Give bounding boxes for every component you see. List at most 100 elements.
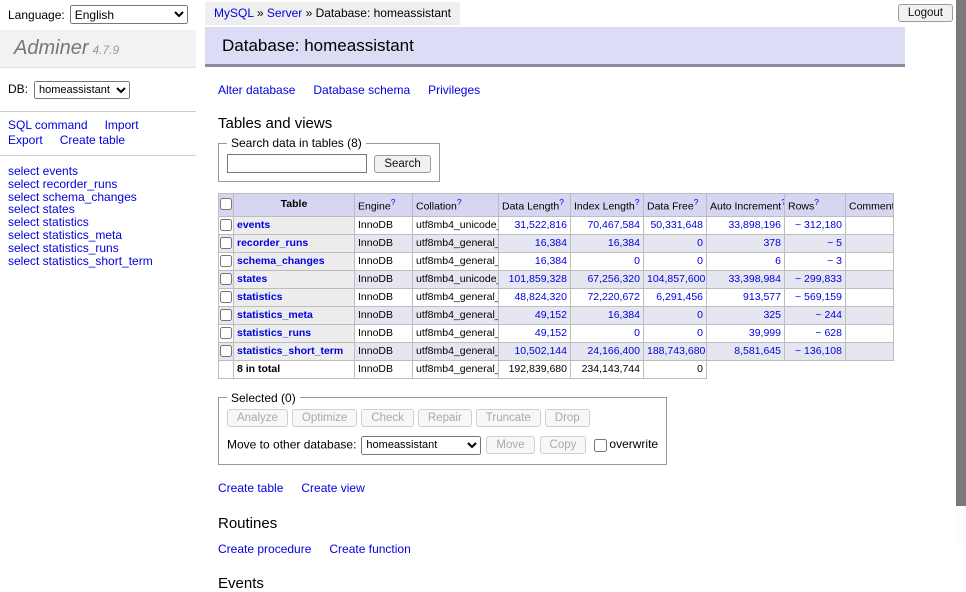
vertical-scrollbar[interactable] [956,0,966,543]
row-checkbox[interactable] [220,291,232,303]
cell-rows-link[interactable]: ~ 299,833 [795,273,842,285]
cell-data-free-link[interactable]: 0 [697,309,703,321]
move-database-select[interactable]: homeassistant [361,436,481,455]
cell-data-free-link[interactable]: 188,743,680 [647,345,705,357]
logout-button[interactable]: Logout [898,4,953,22]
overwrite-checkbox[interactable] [594,439,607,452]
cell-data-free-link[interactable]: 0 [697,327,703,339]
row-checkbox[interactable] [220,237,232,249]
cell-data-free-link[interactable]: 6,291,456 [656,291,703,303]
cell-data-free-link[interactable]: 104,857,600 [647,273,705,285]
cell-data-length-link[interactable]: 16,384 [535,237,567,249]
create-function-link[interactable]: Create function [329,542,410,556]
create-procedure-link[interactable]: Create procedure [218,542,311,556]
cell-data-length-link[interactable]: 49,152 [535,309,567,321]
row-checkbox[interactable] [220,219,232,231]
cell-index-length: 16,384 [571,306,644,324]
cell-auto-increment-link[interactable]: 39,999 [749,327,781,339]
cell-index-length-link[interactable]: 16,384 [608,309,640,321]
sidebar-select-events[interactable]: select events [8,165,188,178]
cell-rows-link[interactable]: ~ 136,108 [795,345,842,357]
column-label: Collation [416,201,457,213]
row-checkbox[interactable] [220,255,232,267]
table-name-link[interactable]: statistics [237,291,283,303]
table-name-link[interactable]: states [237,273,267,285]
db-select[interactable]: homeassistant [34,81,130,99]
cell-index-length-link[interactable]: 72,220,672 [587,291,640,303]
cell-auto-increment-link[interactable]: 325 [763,309,781,321]
breadcrumb-item[interactable]: MySQL [214,6,254,20]
cell-data-length-link[interactable]: 16,384 [535,255,567,267]
sidebar-link-export[interactable]: Export [8,133,43,147]
cell-auto-increment-link[interactable]: 913,577 [743,291,781,303]
db-link-database-schema[interactable]: Database schema [313,83,410,97]
scrollbar-thumb[interactable] [956,0,966,506]
breadcrumb-item[interactable]: Server [267,6,302,20]
sidebar-select-statistics_runs[interactable]: select statistics_runs [8,242,188,255]
cell-index-length-link[interactable]: 24,166,400 [587,345,640,357]
cell-index-length-link[interactable]: 0 [634,327,640,339]
db-link-privileges[interactable]: Privileges [428,83,480,97]
table-name-link[interactable]: events [237,219,270,231]
truncate-button[interactable]: Truncate [476,409,541,427]
optimize-button[interactable]: Optimize [292,409,357,427]
cell-auto-increment-link[interactable]: 33,898,196 [728,219,781,231]
search-button[interactable]: Search [374,155,430,173]
row-checkbox[interactable] [220,273,232,285]
sidebar-link-sql-command[interactable]: SQL command [8,118,88,132]
create-view-link[interactable]: Create view [301,481,364,495]
cell-rows-link[interactable]: ~ 5 [827,237,842,249]
column-help-link[interactable]: ? [559,197,564,207]
row-checkbox[interactable] [220,345,232,357]
cell-index-length-link[interactable]: 0 [634,255,640,267]
cell-data-length-link[interactable]: 31,522,816 [514,219,567,231]
row-checkbox[interactable] [220,327,232,339]
sidebar-link-create-table[interactable]: Create table [60,133,125,147]
row-checkbox[interactable] [220,309,232,321]
cell-data-length-link[interactable]: 10,502,144 [514,345,567,357]
cell-auto-increment-link[interactable]: 6 [775,255,781,267]
search-input[interactable] [227,154,367,173]
cell-data-free-link[interactable]: 0 [697,255,703,267]
copy-button[interactable]: Copy [540,436,587,454]
cell-rows-link[interactable]: ~ 312,180 [795,219,842,231]
cell-data-free-link[interactable]: 50,331,648 [650,219,703,231]
cell-data-free-link[interactable]: 0 [697,237,703,249]
create-table-link[interactable]: Create table [218,481,283,495]
table-name-link[interactable]: recorder_runs [237,237,308,249]
language-select[interactable]: English [70,5,188,24]
column-help-link[interactable]: ? [457,197,462,207]
cell-data-length-link[interactable]: 101,859,328 [509,273,567,285]
cell-auto-increment-link[interactable]: 378 [763,237,781,249]
repair-button[interactable]: Repair [418,409,472,427]
column-help-link[interactable]: ? [814,197,819,207]
cell-rows-link[interactable]: ~ 244 [815,309,842,321]
cell-index-length-link[interactable]: 67,256,320 [587,273,640,285]
cell-auto-increment-link[interactable]: 33,398,984 [728,273,781,285]
cell-data-length-link[interactable]: 49,152 [535,327,567,339]
db-link-alter-database[interactable]: Alter database [218,83,295,97]
drop-button[interactable]: Drop [545,409,590,427]
sidebar-select-recorder_runs[interactable]: select recorder_runs [8,178,188,191]
sidebar-select-statistics_meta[interactable]: select statistics_meta [8,229,188,242]
cell-auto-increment-link[interactable]: 8,581,645 [734,345,781,357]
move-button[interactable]: Move [486,436,534,454]
analyze-button[interactable]: Analyze [227,409,288,427]
cell-rows-link[interactable]: ~ 3 [827,255,842,267]
select-all-checkbox[interactable] [220,198,232,210]
cell-rows-link[interactable]: ~ 628 [815,327,842,339]
table-name-link[interactable]: statistics_runs [237,327,311,339]
table-name-link[interactable]: schema_changes [237,255,325,267]
sidebar-select-statistics_short_term[interactable]: select statistics_short_term [8,255,188,268]
column-help-link[interactable]: ? [694,197,699,207]
column-help-link[interactable]: ? [635,197,640,207]
check-button[interactable]: Check [361,409,414,427]
cell-data-length-link[interactable]: 48,824,320 [514,291,567,303]
column-help-link[interactable]: ? [391,197,396,207]
cell-index-length-link[interactable]: 70,467,584 [587,219,640,231]
table-name-link[interactable]: statistics_meta [237,309,313,321]
cell-index-length-link[interactable]: 16,384 [608,237,640,249]
sidebar-link-import[interactable]: Import [105,118,139,132]
table-name-link[interactable]: statistics_short_term [237,345,343,357]
cell-rows-link[interactable]: ~ 569,159 [795,291,842,303]
